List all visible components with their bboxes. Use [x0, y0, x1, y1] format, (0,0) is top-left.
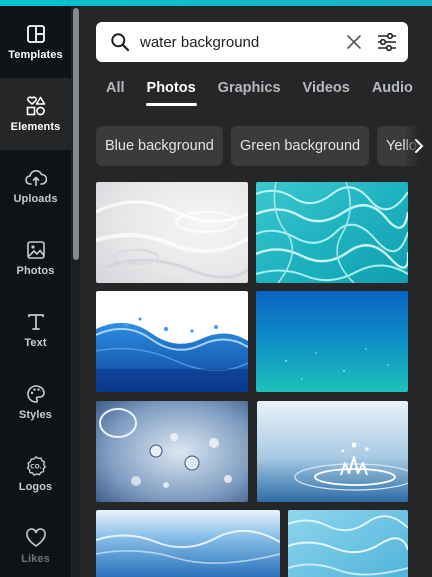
sidebar-item-likes[interactable]: Likes: [0, 510, 71, 577]
palette-icon: [25, 383, 47, 405]
sidebar-item-label: Uploads: [13, 193, 58, 205]
photo-turquoise-pool-caustics[interactable]: [256, 182, 408, 283]
sidebar-item-label: Logos: [18, 481, 53, 493]
sidebar-item-photos[interactable]: Photos: [0, 222, 71, 294]
sidebar-item-label: Photos: [16, 265, 55, 277]
sidebar-item-logos[interactable]: CO. Logos: [0, 438, 71, 510]
sidebar: Templates Elements Uploads Photos Text S…: [0, 6, 71, 577]
photo-white-water-ripples[interactable]: [96, 182, 248, 283]
sidebar-item-label: Elements: [10, 121, 61, 133]
photo-underwater-surface[interactable]: [96, 510, 280, 577]
sidebar-item-uploads[interactable]: Uploads: [0, 150, 71, 222]
sidebar-item-label: Text: [24, 337, 47, 349]
elements-panel: All Photos Graphics Videos Audio Blue ba…: [80, 6, 432, 577]
svg-text:CO.: CO.: [30, 464, 42, 471]
shapes-icon: [25, 95, 47, 117]
photo-blue-gradient-sea[interactable]: [256, 291, 408, 392]
photo-water-drop-splash[interactable]: [257, 401, 408, 502]
sidebar-item-styles[interactable]: Styles: [0, 366, 71, 438]
logo-badge-icon: CO.: [25, 455, 47, 477]
sidebar-item-label: Likes: [21, 553, 50, 565]
sidebar-item-elements[interactable]: Elements: [0, 78, 71, 150]
layout-icon: [25, 23, 47, 45]
sidebar-item-label: Templates: [8, 49, 63, 61]
results-grid: [80, 6, 432, 577]
sidebar-scrollbar[interactable]: [72, 6, 80, 577]
sidebar-item-templates[interactable]: Templates: [0, 6, 71, 78]
sidebar-item-label: Styles: [18, 409, 52, 421]
photo-light-blue-caustics[interactable]: [288, 510, 408, 577]
sidebar-item-text[interactable]: Text: [0, 294, 71, 366]
cloud-upload-icon: [24, 167, 47, 189]
photo-water-bubbles-closeup[interactable]: [96, 401, 248, 502]
image-icon: [25, 239, 47, 261]
text-icon: [25, 311, 47, 333]
photo-blue-water-wave[interactable]: [96, 291, 248, 392]
heart-icon: [25, 527, 47, 549]
scrollbar-thumb[interactable]: [73, 8, 79, 260]
